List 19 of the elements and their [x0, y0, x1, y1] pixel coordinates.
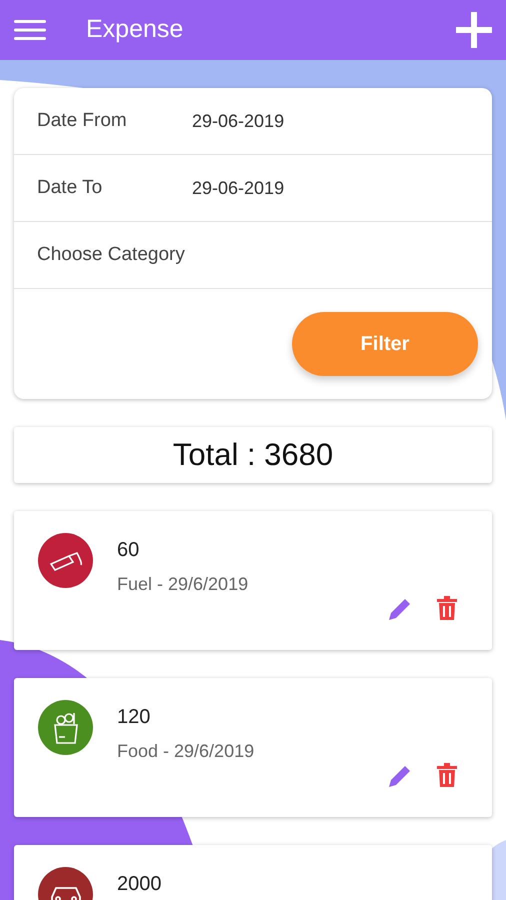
filter-field[interactable]: Date To 29-06-2019: [14, 155, 492, 222]
date-value: 29-06-2019: [192, 110, 284, 132]
add-icon[interactable]: [456, 12, 492, 48]
app-title: Expense: [86, 14, 184, 46]
field-label: Date To: [37, 176, 104, 200]
trash-icon[interactable]: [436, 762, 458, 790]
expense-detail: Food - 29/6/2019: [117, 740, 254, 763]
expense-amount: 120: [117, 705, 152, 730]
total-text: Total : 3680: [172, 436, 334, 474]
date-value: 29-06-2019: [192, 176, 284, 200]
filter-field[interactable]: Choose Category: [14, 222, 492, 289]
expense-amount: 2000: [117, 872, 162, 897]
expense-detail: Fuel - 29/6/2019: [117, 573, 248, 596]
expense-amount: 60: [117, 538, 140, 563]
field-label: Date From: [37, 108, 128, 133]
filter-field[interactable]: Date From 29-06-2019: [14, 88, 492, 155]
field-label: Choose Category: [37, 242, 186, 267]
trash-icon[interactable]: [436, 595, 458, 623]
menu-icon[interactable]: [14, 18, 46, 42]
